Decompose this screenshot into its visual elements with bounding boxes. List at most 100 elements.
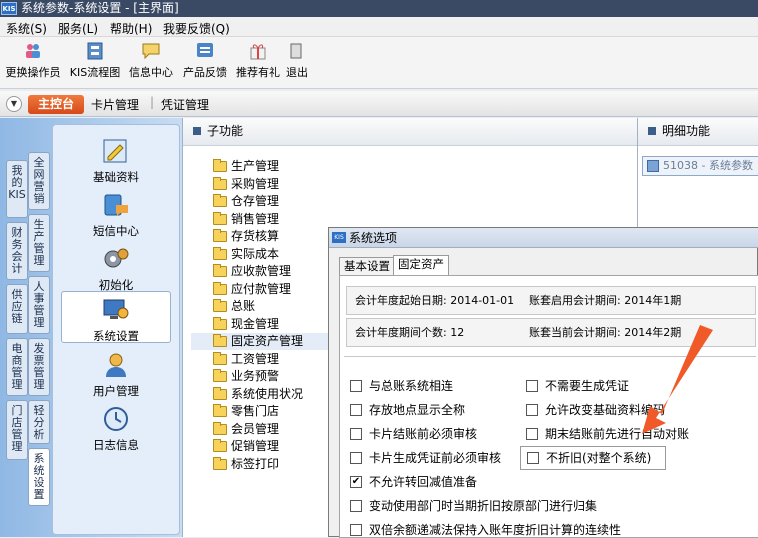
checkbox[interactable]	[527, 452, 539, 464]
module-sms-center[interactable]: 短信中心	[61, 191, 171, 239]
product-feedback-label: 产品反馈	[183, 66, 227, 79]
kis-flowchart-button[interactable]: KIS流程图	[67, 40, 123, 86]
subfunction-item[interactable]: 实际成本	[211, 246, 279, 263]
folder-icon	[213, 176, 227, 190]
checkbox[interactable]	[526, 380, 538, 392]
checkbox[interactable]	[350, 452, 362, 464]
option-dept-change-depreciation[interactable]: 变动使用部门时当期折旧按原部门进行归集	[350, 498, 597, 514]
subfunction-item-label: 业务预警	[231, 369, 280, 383]
option-audit-before-voucher[interactable]: 卡片生成凭证前必须审核	[350, 450, 501, 466]
exit-button[interactable]: 退出	[286, 40, 308, 86]
folder-icon	[213, 211, 227, 225]
subfunction-item[interactable]: 生产管理	[211, 158, 279, 175]
option-auto-reconcile[interactable]: 期末结账前先进行自动对账	[526, 426, 689, 442]
menu-help[interactable]: 帮助(H)	[110, 20, 152, 37]
vtab-supply-chain[interactable]: 供应链	[6, 284, 28, 334]
vtab-ecommerce[interactable]: 电商管理	[6, 338, 28, 396]
menu-system[interactable]: 系统(S)	[6, 20, 47, 37]
vtab-hr[interactable]: 人事管理	[28, 276, 50, 334]
window-title: 系统参数-系统设置 - [主界面]	[21, 1, 179, 15]
folder-icon	[213, 456, 227, 470]
subfunction-item-label: 固定资产管理	[231, 334, 304, 348]
subfunction-item[interactable]: 业务预警	[211, 368, 279, 385]
tab-main-console[interactable]: 主控台	[28, 95, 84, 114]
subfunction-item[interactable]: 工资管理	[211, 351, 279, 368]
subfunction-item-label: 销售管理	[231, 211, 280, 226]
collapse-icon[interactable]	[193, 127, 201, 135]
tab-voucher-management[interactable]: 凭证管理	[161, 96, 209, 113]
folder-icon	[213, 264, 227, 277]
subfunction-item[interactable]: 存货核算	[211, 228, 279, 245]
subfunction-item[interactable]: 应收款管理	[211, 263, 291, 280]
module-basic-data-label: 基础资料	[93, 170, 139, 184]
subfunction-item[interactable]: 现金管理	[211, 316, 279, 333]
option-no-reversal-impairment[interactable]: ✔ 不允许转回减值准备	[350, 474, 477, 490]
subfunction-item[interactable]: 零售门店	[211, 403, 279, 420]
subfunction-item-label: 总账	[231, 299, 256, 313]
vtab-invoice[interactable]: 发票管理	[28, 338, 50, 396]
checkbox[interactable]	[350, 404, 362, 416]
subfunction-item-label: 仓存管理	[231, 194, 280, 208]
collapse-icon[interactable]	[648, 127, 656, 135]
vtab-production[interactable]: 生产管理	[28, 214, 50, 272]
option-full-location-name[interactable]: 存放地点显示全称	[350, 402, 465, 418]
product-feedback-button[interactable]: 产品反馈	[180, 40, 230, 86]
option-double-declining-continuity[interactable]: 双倍余额递减法保持入账年度折旧计算的连续性	[350, 522, 621, 538]
chevron-down-icon[interactable]: ▼	[6, 96, 22, 112]
subfunction-item[interactable]: 固定资产管理	[191, 333, 331, 350]
subfunction-item[interactable]: 促销管理	[211, 438, 279, 455]
checkbox[interactable]	[350, 500, 362, 512]
option-no-depreciation[interactable]: 不折旧(对整个系统)	[520, 446, 666, 470]
subfunction-header: 子功能	[183, 118, 638, 146]
module-system-settings-label: 系统设置	[93, 329, 139, 343]
vtab-light-analysis[interactable]: 轻分析	[28, 400, 50, 444]
folder-icon	[213, 421, 227, 435]
info-center-button[interactable]: 信息中心	[126, 40, 176, 86]
checkbox[interactable]	[350, 380, 362, 392]
menu-service[interactable]: 服务(L)	[58, 20, 98, 37]
option-audit-before-close[interactable]: 卡片结账前必须审核	[350, 426, 477, 442]
option-no-voucher[interactable]: 不需要生成凭证	[526, 378, 629, 394]
checkbox[interactable]	[350, 428, 362, 440]
module-initialization[interactable]: 初始化	[61, 245, 171, 293]
subfunction-item[interactable]: 销售管理	[211, 211, 279, 228]
module-basic-data[interactable]: 基础资料	[61, 137, 171, 185]
tab-basic-settings[interactable]: 基本设置	[339, 257, 395, 275]
vtab-finance[interactable]: 财务会计	[6, 222, 28, 280]
checkbox[interactable]	[526, 428, 538, 440]
checkbox-checked[interactable]: ✔	[350, 476, 362, 488]
recommend-gift-button[interactable]: 推荐有礼	[233, 40, 283, 86]
module-log-info[interactable]: 日志信息	[61, 405, 171, 453]
module-system-settings[interactable]: 系统设置	[61, 291, 171, 343]
menu-feedback[interactable]: 我要反馈(Q)	[163, 20, 230, 37]
left-nav-panel: 我的KIS 全网营销 财务会计 生产管理 供应链 人事管理 电商管理 发票管理 …	[0, 118, 182, 537]
subfunction-item-label: 系统使用状况	[231, 386, 304, 401]
checkbox[interactable]	[350, 524, 362, 536]
divider	[344, 356, 756, 357]
detail-item-system-params[interactable]: 51038 - 系统参数	[642, 156, 758, 176]
vtab-network-marketing[interactable]: 全网营销	[28, 152, 50, 210]
subfunction-item[interactable]: 标签打印	[211, 456, 279, 473]
checkbox[interactable]	[526, 404, 538, 416]
window-titlebar: KIS 系统参数-系统设置 - [主界面]	[0, 0, 758, 17]
subfunction-item-label: 实际成本	[231, 246, 280, 261]
system-options-dialog: KIS 系统选项 基本设置 固定资产 会计年度起始日期: 2014-01-01 …	[328, 227, 758, 538]
tab-card-management[interactable]: 卡片管理	[91, 96, 139, 113]
option-link-gl[interactable]: 与总账系统相连	[350, 378, 453, 394]
module-user-management[interactable]: 用户管理	[61, 351, 171, 399]
vtab-my-kis[interactable]: 我的KIS	[6, 160, 28, 218]
subfunction-item[interactable]: 会员管理	[211, 421, 279, 438]
subfunction-title: 子功能	[207, 124, 244, 138]
clock-log-icon	[104, 407, 128, 431]
tab-fixed-assets[interactable]: 固定资产	[393, 255, 449, 275]
change-operator-button[interactable]: 更换操作员	[4, 40, 62, 86]
vtab-store[interactable]: 门店管理	[6, 400, 28, 460]
subfunction-item[interactable]: 总账	[211, 298, 255, 315]
subfunction-item-label: 应收款管理	[231, 264, 292, 278]
vtab-system-settings[interactable]: 系统设置	[28, 448, 50, 506]
option-allow-change-code[interactable]: 允许改变基础资料编码	[526, 402, 665, 418]
subfunction-item[interactable]: 仓存管理	[211, 193, 279, 210]
subfunction-item[interactable]: 应付款管理	[211, 281, 291, 298]
subfunction-item[interactable]: 系统使用状况	[211, 386, 303, 403]
subfunction-item[interactable]: 采购管理	[211, 176, 279, 193]
